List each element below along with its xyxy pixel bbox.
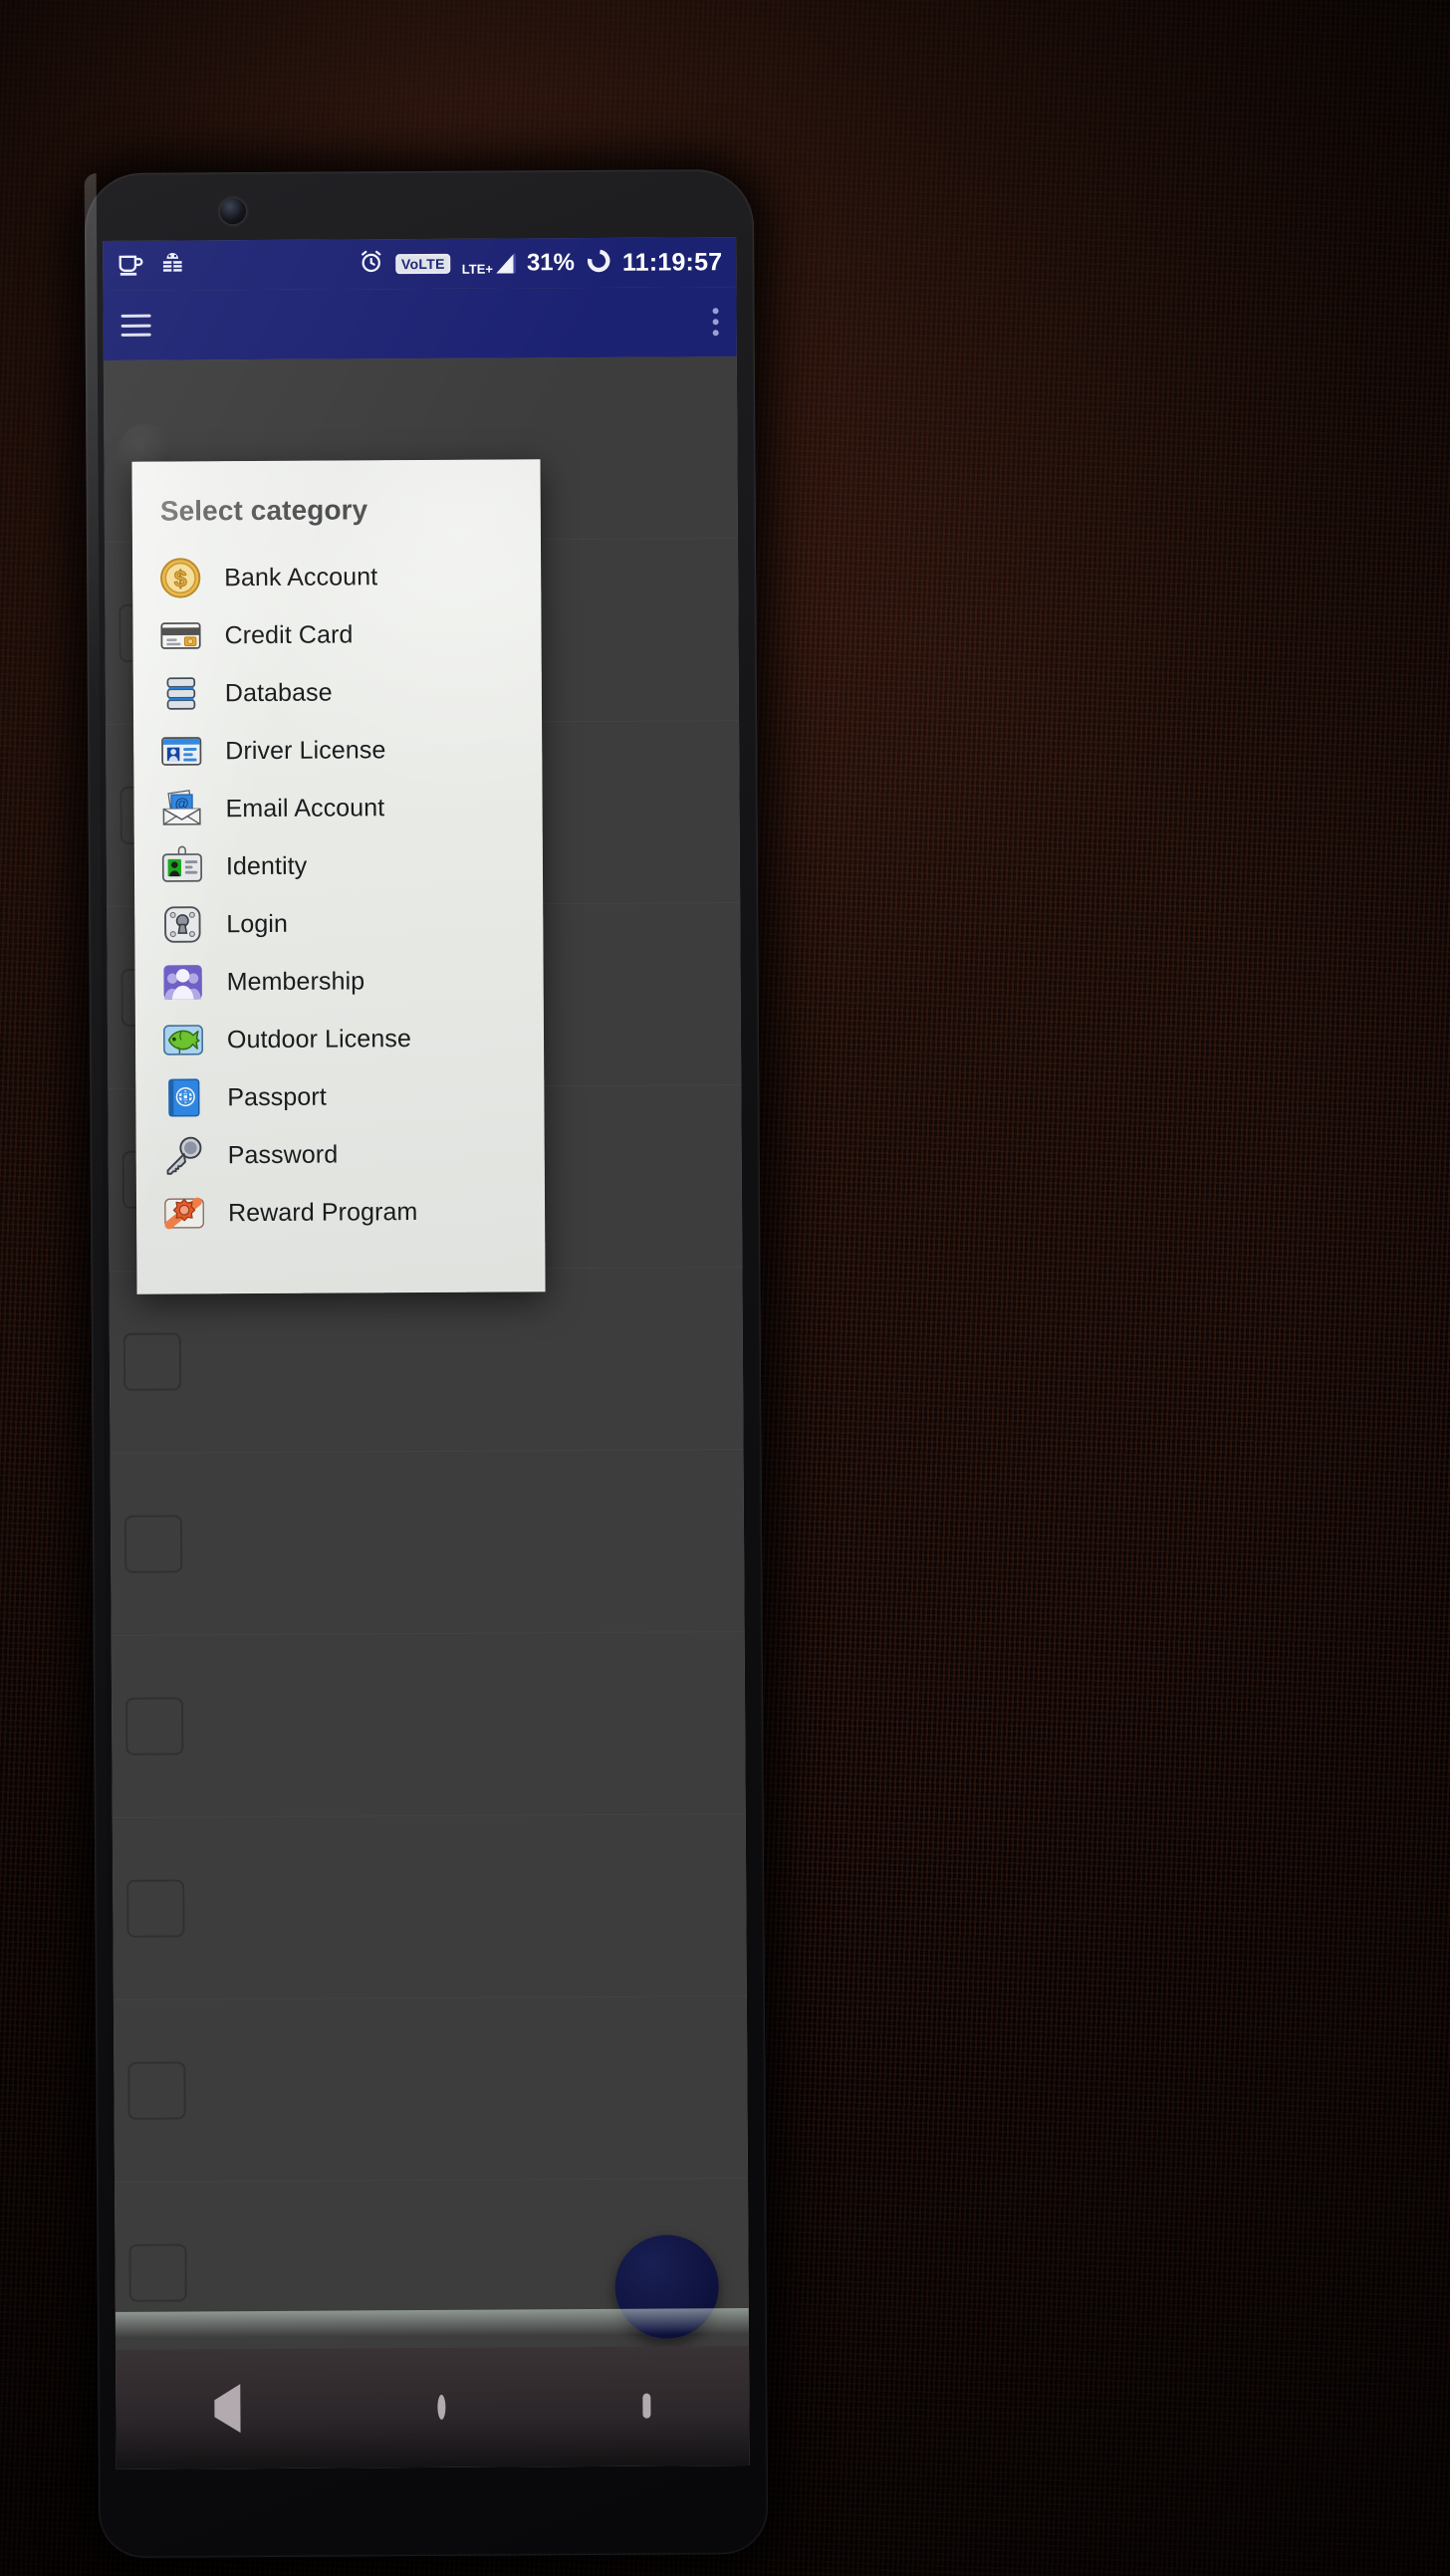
android-nav-bar [116,2346,750,2469]
alarm-clock-icon [358,248,384,280]
category-label: Outdoor License [226,1024,412,1054]
category-label: Passport [227,1082,327,1111]
category-label: Membership [226,966,365,996]
dialog-title: Select category [159,494,368,527]
battery-circle-icon [586,247,611,278]
category-label: Identity [225,851,308,880]
category-item-password[interactable]: Password [136,1124,545,1185]
category-item-membership[interactable]: Membership [134,951,543,1012]
app-toolbar [103,287,737,360]
android-debug-icon [158,249,186,282]
front-camera [219,198,247,225]
id-badge-green-icon [158,842,206,890]
category-item-passport[interactable]: Passport [135,1066,544,1127]
category-item-driver-license[interactable]: Driver License [133,720,542,781]
credit-card-icon [156,611,204,659]
battery-percent: 31% [526,249,576,277]
lte-label: LTE+ [461,261,493,277]
category-item-credit-card[interactable]: Credit Card [132,604,541,665]
keyhole-plate-icon [158,900,206,948]
category-label: Login [226,909,289,938]
app-background-list: Select category $ Bank Account Credit Ca… [103,356,750,2469]
passport-book-icon [159,1073,207,1121]
category-label: Email Account [225,793,385,822]
phone-device: VoLTE LTE+ 31% 11:19:57 Select category … [84,168,769,2559]
category-item-database[interactable]: Database [133,662,542,723]
fish-green-icon [159,1016,207,1063]
select-category-dialog: Select category $ Bank Account Credit Ca… [131,459,546,1294]
id-card-blue-icon [157,727,205,775]
category-item-reward-program[interactable]: Reward Program [136,1182,545,1243]
gold-coin-dollar-icon: $ [156,554,204,601]
phone-screen: VoLTE LTE+ 31% 11:19:57 Select category … [103,237,750,2469]
lte-signal-icon: LTE+ [461,251,516,277]
category-label: Driver License [225,735,386,765]
category-item-bank-account[interactable]: $ Bank Account [132,547,541,607]
coffee-cup-icon [117,249,144,282]
svg-text:$: $ [174,566,187,591]
category-label: Password [227,1140,339,1169]
category-item-login[interactable]: Login [134,893,543,954]
kebab-menu-icon[interactable] [712,308,719,337]
recents-square-icon[interactable] [642,2393,651,2419]
category-label: Credit Card [224,619,354,649]
category-item-identity[interactable]: Identity [134,835,543,896]
category-list: $ Bank Account Credit Card Database Driv… [132,547,545,1242]
category-item-outdoor-license[interactable]: Outdoor License [135,1009,544,1069]
envelope-at-icon: @ [157,785,205,832]
status-bar-clock: 11:19:57 [621,247,723,277]
volte-badge: VoLTE [394,253,451,275]
category-label: Database [224,678,333,707]
database-stack-icon [157,669,205,717]
status-bar: VoLTE LTE+ 31% 11:19:57 [103,237,737,291]
reward-gear-icon [160,1189,208,1237]
hamburger-menu-icon[interactable] [121,314,151,337]
back-triangle-icon[interactable] [214,2384,241,2434]
category-label: Bank Account [224,562,378,591]
people-purple-icon [159,958,207,1006]
home-circle-icon[interactable] [437,2394,446,2420]
key-gray-icon [160,1131,208,1179]
category-item-email-account[interactable]: @ Email Account [133,778,542,838]
category-label: Reward Program [227,1197,418,1227]
